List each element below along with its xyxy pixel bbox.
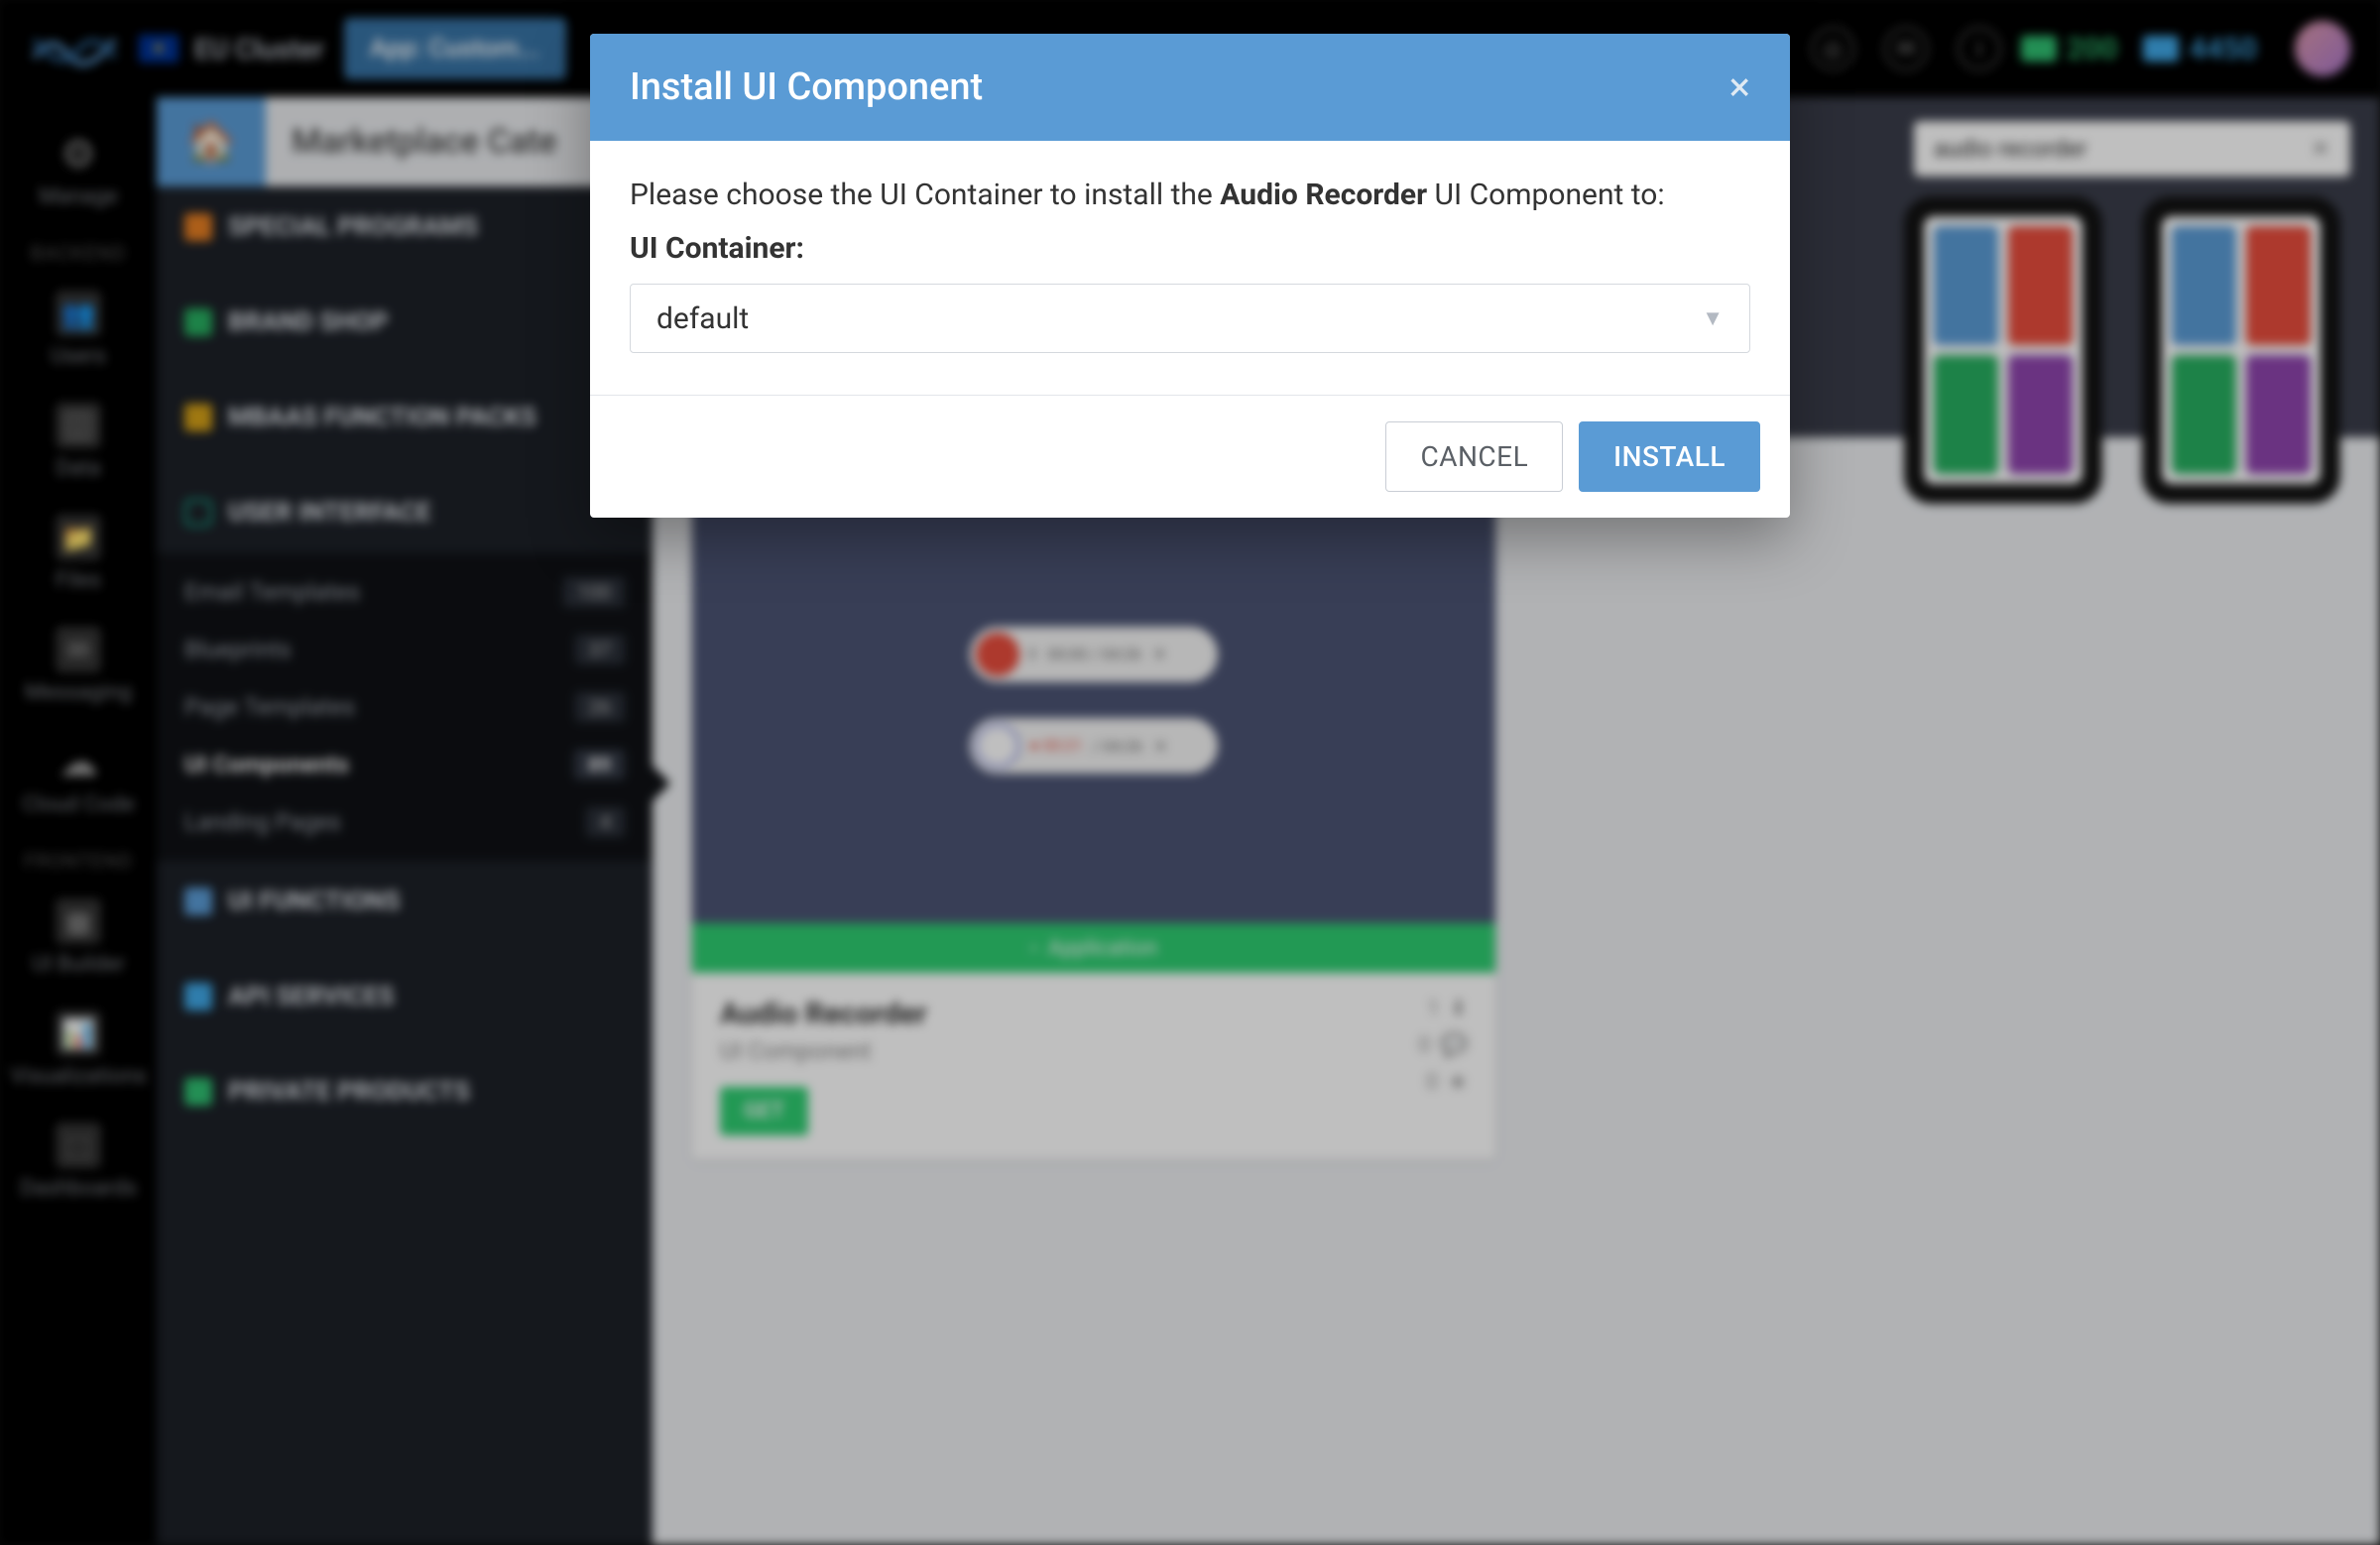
close-icon[interactable]: ×	[1729, 67, 1750, 107]
cancel-button[interactable]: CANCEL	[1385, 421, 1563, 492]
install-button[interactable]: INSTALL	[1579, 421, 1760, 492]
chevron-down-icon: ▼	[1702, 305, 1724, 331]
modal-header: Install UI Component ×	[590, 34, 1790, 141]
modal-footer: CANCEL INSTALL	[590, 395, 1790, 518]
ui-container-select[interactable]: default ▼	[630, 284, 1750, 353]
modal-title: Install UI Component	[630, 65, 983, 109]
field-label: UI Container:	[630, 231, 1750, 266]
modal-prompt: Please choose the UI Container to instal…	[630, 173, 1750, 217]
modal-body: Please choose the UI Container to instal…	[590, 141, 1790, 395]
modal-overlay[interactable]: Install UI Component × Please choose the…	[0, 0, 2380, 1545]
install-modal: Install UI Component × Please choose the…	[590, 34, 1790, 518]
select-value: default	[656, 301, 749, 336]
